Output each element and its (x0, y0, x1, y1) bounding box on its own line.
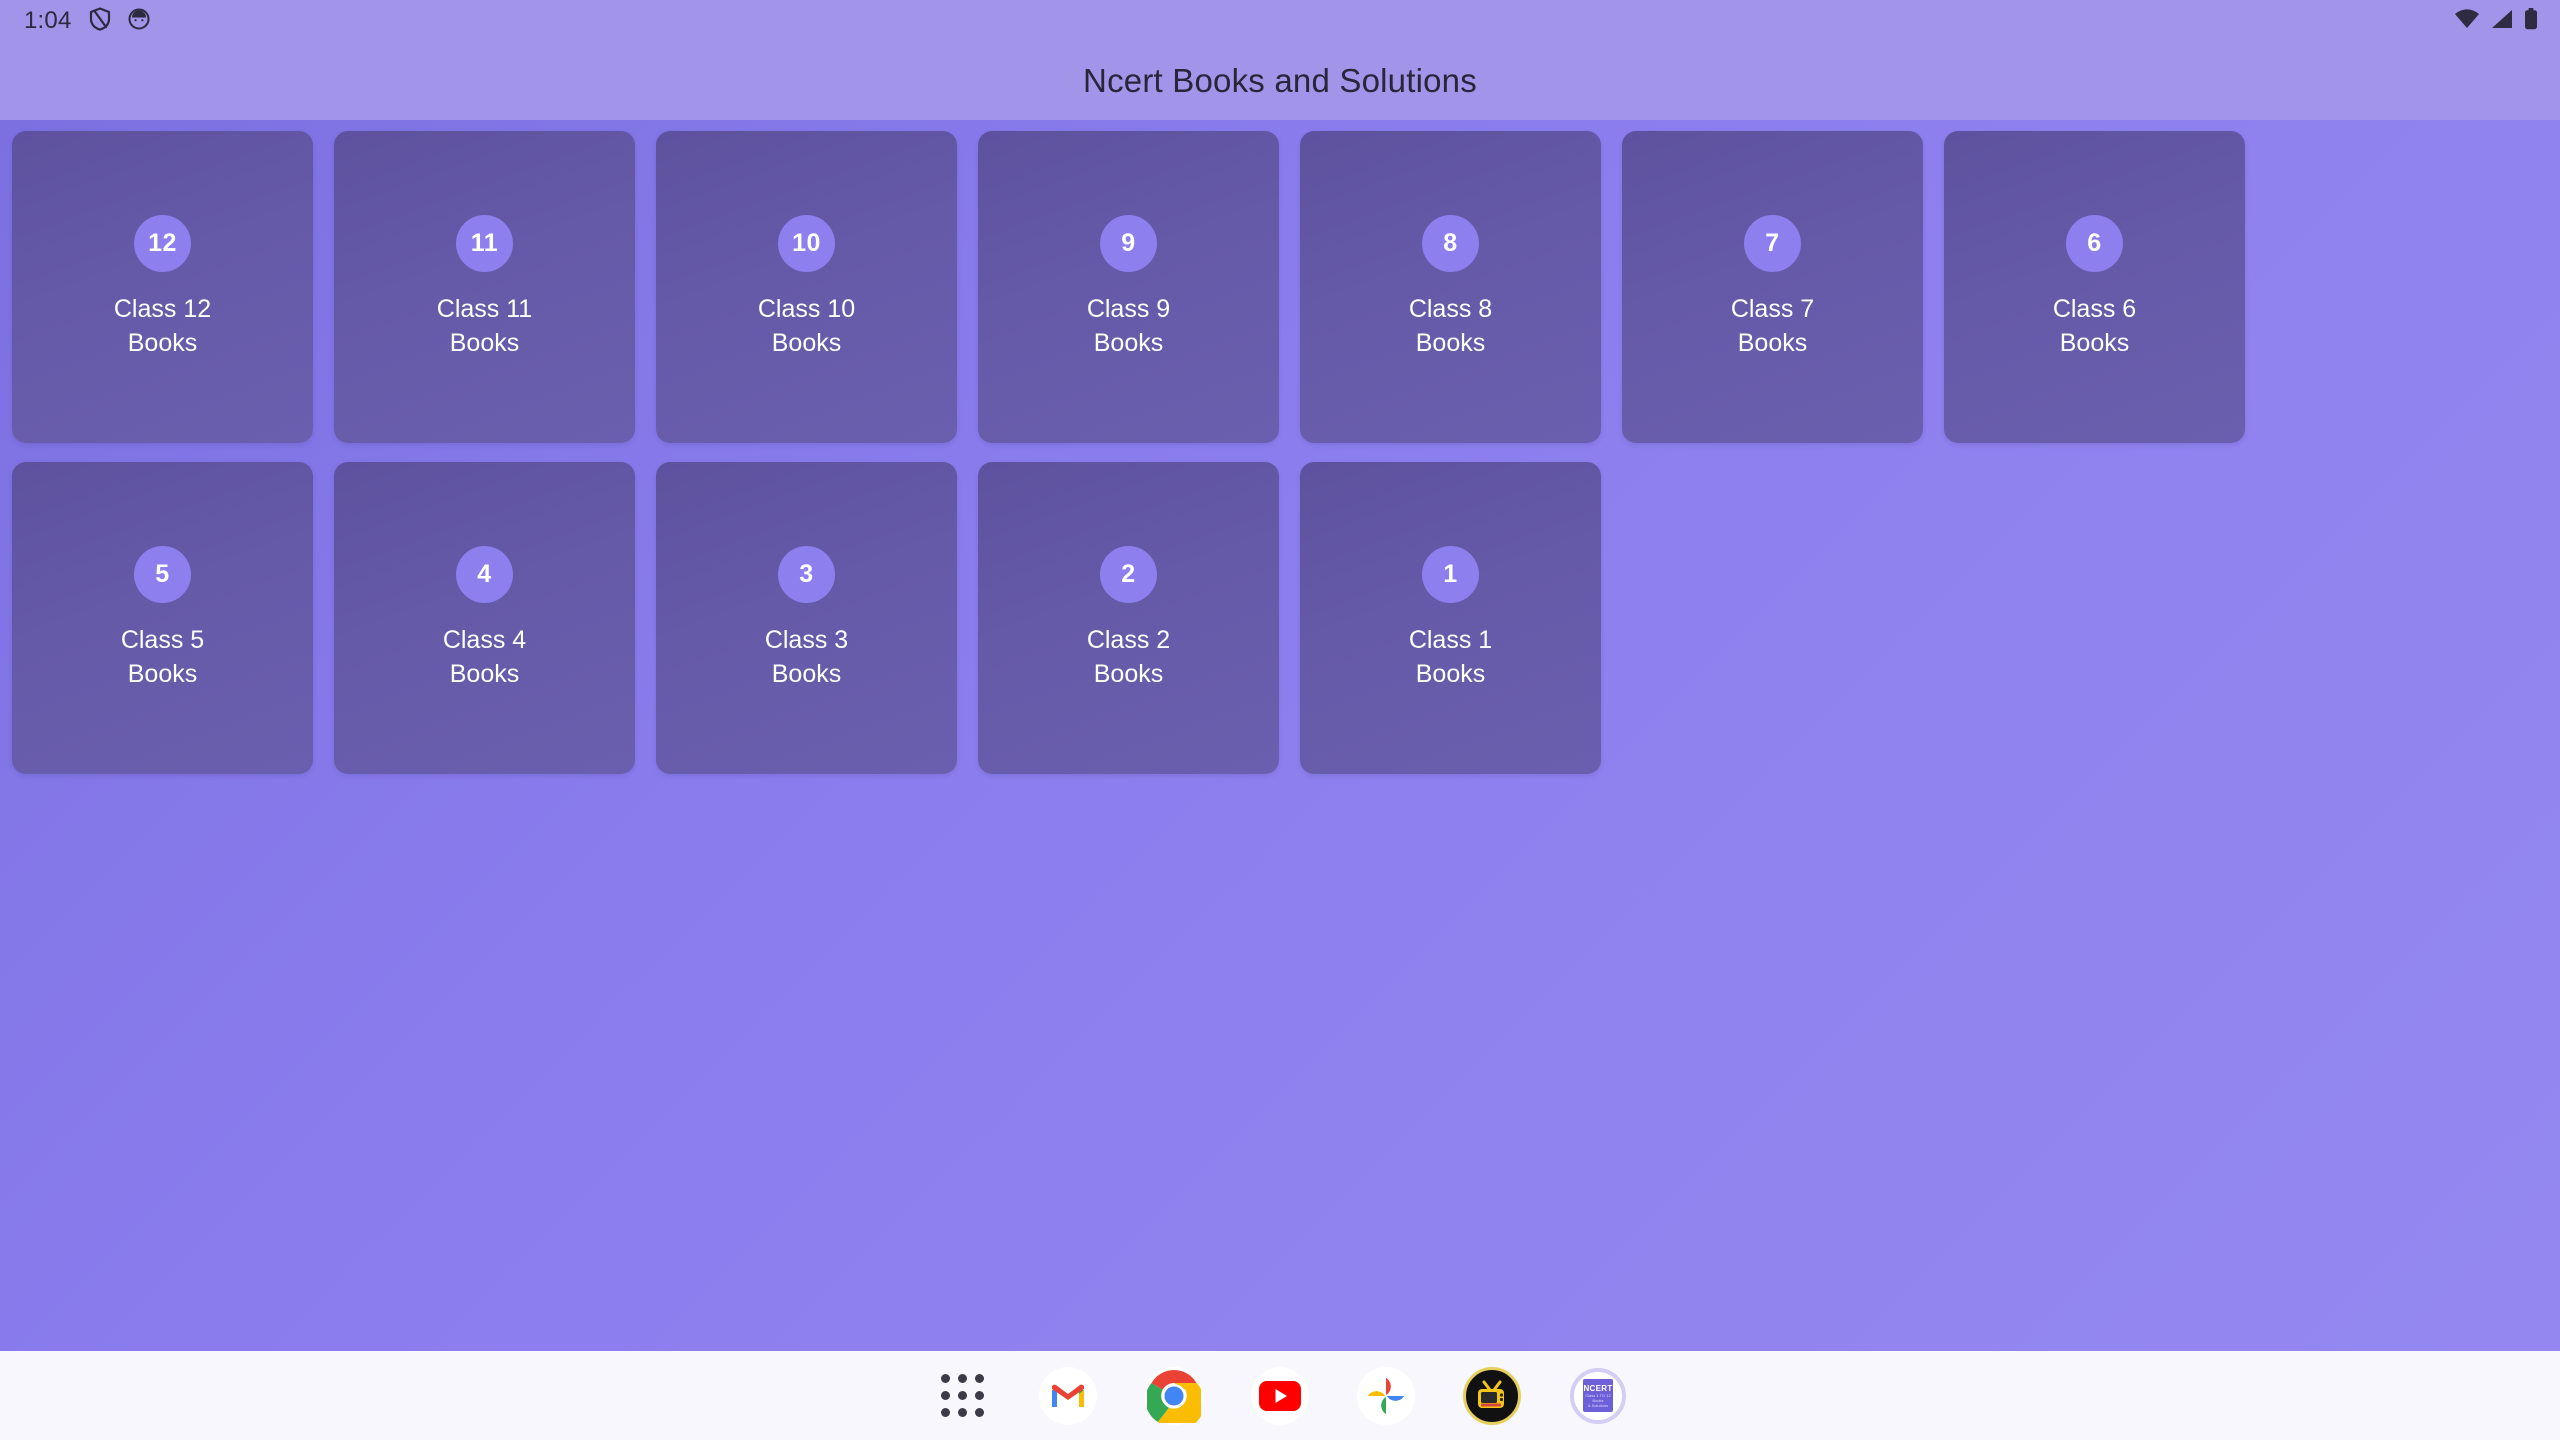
ncert-icon-sub3: & Solutions (1587, 1402, 1609, 1408)
class-card-label: Class 11 Books (437, 292, 532, 360)
class-number-badge: 1 (1422, 545, 1479, 603)
class-card-label: Class 5 Books (121, 623, 204, 691)
class-card-label-line2: Books (1415, 659, 1486, 688)
class-card-label-line2: Books (771, 659, 842, 688)
class-number-badge: 12 (134, 214, 191, 272)
tv-app-button[interactable] (1460, 1364, 1524, 1428)
app-bar: Ncert Books and Solutions (0, 42, 2560, 120)
class-card-label-line1: Class 12 (113, 294, 212, 323)
class-card-label-line1: Class 7 (1730, 294, 1815, 323)
class-card-label-line1: Class 11 (436, 294, 533, 323)
shield-icon (89, 6, 111, 36)
class-card-label: Class 10 Books (758, 292, 855, 360)
class-card-11[interactable]: 11 Class 11 Books (334, 131, 635, 443)
class-card-label-line2: Books (1415, 328, 1486, 357)
class-card-label: Class 8 Books (1409, 292, 1492, 360)
class-card-1[interactable]: 1 Class 1 Books (1300, 462, 1601, 774)
class-number-badge: 9 (1100, 214, 1157, 272)
ncert-app-icon: NCERT Class 1 TO 12 Books & Solutions (1570, 1367, 1626, 1424)
class-number-badge: 6 (2066, 214, 2123, 272)
class-card-label-line2: Books (1093, 328, 1164, 357)
class-card-label: Class 3 Books (765, 623, 848, 691)
tv-app-icon (1463, 1366, 1521, 1425)
ncert-app-button[interactable]: NCERT Class 1 TO 12 Books & Solutions (1566, 1364, 1630, 1428)
class-card-label: Class 7 Books (1731, 292, 1814, 360)
class-card-10[interactable]: 10 Class 10 Books (656, 131, 957, 443)
home-screen-dock: NCERT Class 1 TO 12 Books & Solutions (0, 1351, 2560, 1440)
class-card-6[interactable]: 6 Class 6 Books (1944, 131, 2245, 443)
gmail-icon (1039, 1366, 1097, 1425)
class-card-label-line1: Class 3 (764, 625, 849, 654)
battery-icon (2524, 7, 2538, 35)
class-card-label-line2: Books (1737, 328, 1808, 357)
class-number-badge: 8 (1422, 214, 1479, 272)
google-photos-icon (1357, 1366, 1415, 1425)
class-card-label-line1: Class 2 (1086, 625, 1171, 654)
class-number-badge: 3 (778, 545, 835, 603)
page-title: Ncert Books and Solutions (1083, 62, 1477, 99)
class-card-8[interactable]: 8 Class 8 Books (1300, 131, 1601, 443)
class-card-label: Class 12 Books (114, 292, 211, 360)
google-photos-app-button[interactable] (1354, 1364, 1418, 1428)
class-card-label: Class 1 Books (1409, 623, 1492, 691)
class-card-label-line2: Books (2059, 328, 2130, 357)
class-card-label-line2: Books (127, 328, 198, 357)
class-card-label-line1: Class 10 (757, 294, 856, 323)
app-drawer-icon (940, 1374, 984, 1417)
class-card-4[interactable]: 4 Class 4 Books (334, 462, 635, 774)
class-number-badge: 4 (456, 545, 513, 603)
gmail-app-button[interactable] (1036, 1364, 1100, 1428)
cellular-signal-icon (2490, 9, 2514, 34)
class-card-label-line2: Books (449, 328, 520, 357)
class-card-label-line1: Class 9 (1086, 294, 1171, 323)
class-card-3[interactable]: 3 Class 3 Books (656, 462, 957, 774)
class-card-7[interactable]: 7 Class 7 Books (1622, 131, 1923, 443)
ncert-icon-tile: NCERT Class 1 TO 12 Books & Solutions (1583, 1379, 1613, 1412)
class-card-label: Class 4 Books (443, 623, 526, 691)
class-card-label-line1: Class 4 (442, 625, 527, 654)
chrome-app-button[interactable] (1142, 1364, 1206, 1428)
class-card-grid: 12 Class 12 Books 11 Class 11 Books 10 Class 10… (12, 131, 2548, 774)
status-bar-left: 1:04 (24, 6, 150, 36)
class-card-label-line1: Class 8 (1408, 294, 1493, 323)
class-card-label-line1: Class 1 (1408, 625, 1493, 654)
class-card-label-line2: Books (127, 659, 198, 688)
ncert-icon-title: NCERT (1583, 1383, 1613, 1393)
app-drawer-button[interactable] (930, 1364, 994, 1428)
class-card-5[interactable]: 5 Class 5 Books (12, 462, 313, 774)
wifi-icon (2454, 8, 2480, 34)
class-card-label-line2: Books (449, 659, 520, 688)
class-card-label: Class 6 Books (2053, 292, 2136, 360)
class-number-badge: 5 (134, 545, 191, 603)
status-bar-right (2454, 7, 2538, 35)
class-card-label-line2: Books (771, 328, 842, 357)
class-card-label: Class 9 Books (1087, 292, 1170, 360)
face-unlock-icon (128, 8, 150, 35)
class-card-label-line1: Class 5 (120, 625, 205, 654)
class-card-label-line2: Books (1093, 659, 1164, 688)
status-bar: 1:04 (0, 0, 2560, 42)
youtube-app-button[interactable] (1248, 1364, 1312, 1428)
youtube-icon (1251, 1366, 1309, 1425)
class-card-12[interactable]: 12 Class 12 Books (12, 131, 313, 443)
class-card-9[interactable]: 9 Class 9 Books (978, 131, 1279, 443)
class-card-2[interactable]: 2 Class 2 Books (978, 462, 1279, 774)
class-number-badge: 11 (456, 214, 513, 272)
class-card-label-line1: Class 6 (2052, 294, 2137, 323)
class-number-badge: 2 (1100, 545, 1157, 603)
status-clock: 1:04 (24, 7, 72, 34)
class-number-badge: 7 (1744, 214, 1801, 272)
class-number-badge: 10 (778, 214, 835, 272)
class-card-label: Class 2 Books (1087, 623, 1170, 691)
chrome-icon (1145, 1366, 1203, 1425)
